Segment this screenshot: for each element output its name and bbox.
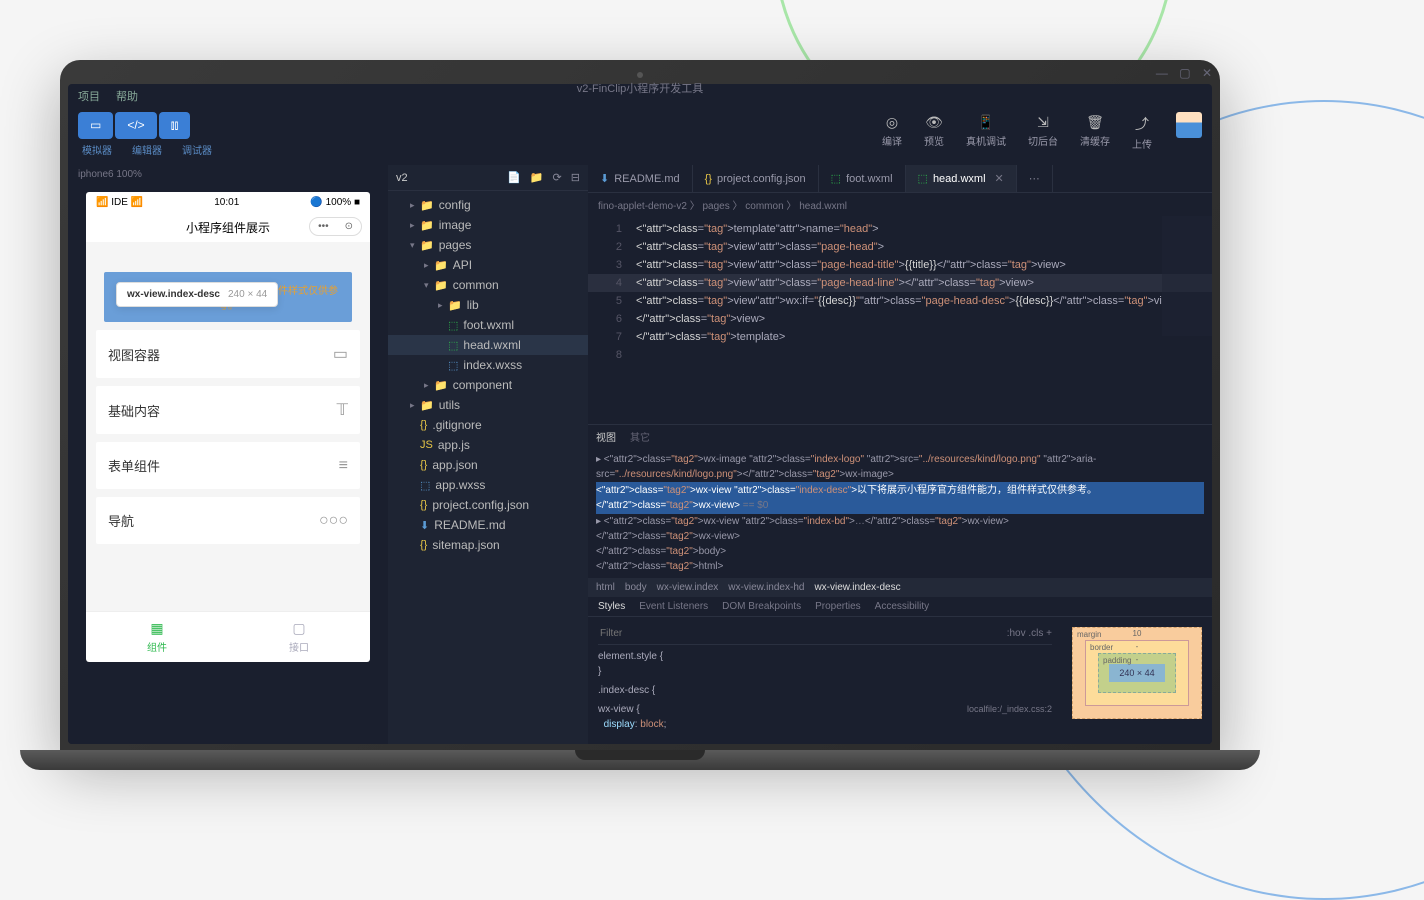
dom-crumb-item[interactable]: html [596, 582, 615, 593]
tree-node[interactable]: ▸📁lib [388, 295, 588, 315]
editor-tab[interactable]: {}project.config.json [693, 165, 819, 192]
action-upload[interactable]: ⤴上传 [1124, 112, 1160, 153]
file-explorer: v2 📄 📁 ⟳ ⊟ ▸📁config▸📁image▾📁pages▸📁API▾📁… [388, 165, 588, 744]
action-background[interactable]: ⇲切后台 [1020, 112, 1066, 153]
action-preview[interactable]: 👁预览 [916, 112, 952, 153]
laptop-frame: 项目 帮助 v2-FinClip小程序开发工具 — ▢ ✕ ▭ </> ⫾⫾ 模… [60, 60, 1220, 800]
toolbar: ▭ </> ⫾⫾ 模拟器 编辑器 调试器 ◎编译 👁预览 📱真机调试 ⇲切后台 [68, 108, 1212, 165]
tree-node[interactable]: ⬚foot.wxml [388, 315, 588, 335]
avatar[interactable] [1176, 112, 1202, 138]
tree-node[interactable]: ▾📁common [388, 275, 588, 295]
dom-tree[interactable]: ▸ <"attr2">class="tag2">wx-image "attr2"… [588, 448, 1212, 578]
panel-tab-view[interactable]: 视图 [596, 429, 616, 444]
tree-node[interactable]: ▾📁pages [388, 235, 588, 255]
tree-node[interactable]: {}app.json [388, 455, 588, 475]
style-tab[interactable]: DOM Breakpoints [722, 601, 801, 612]
list-item[interactable]: 表单组件≡ [96, 442, 360, 489]
phone-tab-component[interactable]: ▦组件 [86, 612, 228, 662]
tree-node[interactable]: ⬚index.wxss [388, 355, 588, 375]
tree-node[interactable]: {}.gitignore [388, 415, 588, 435]
background-icon: ⇲ [1028, 114, 1058, 131]
editor-tab[interactable]: ⬚head.wxml✕ [906, 165, 1017, 192]
inspector-tooltip: wx-view.index-desc240 × 44 [116, 282, 278, 307]
phone-title: 小程序组件展示 ••• ⊙ [86, 213, 370, 242]
more-tabs-icon[interactable]: ⋯ [1029, 172, 1040, 185]
menu-help[interactable]: 帮助 [116, 88, 138, 104]
tree-node[interactable]: ⬚app.wxss [388, 475, 588, 495]
nav-icon: ○○○ [319, 512, 348, 530]
collapse-icon[interactable]: ⊟ [571, 172, 580, 184]
styles-filter-input[interactable] [598, 626, 1007, 641]
menu-project[interactable]: 项目 [78, 88, 100, 104]
tree-node[interactable]: ▸📁API [388, 255, 588, 275]
simulator-panel: iphone6 100% 📶 IDE 📶 10:01 🔵 100% ■ 小程序组… [68, 165, 388, 744]
mode-debugger[interactable]: ⫾⫾ [159, 112, 191, 139]
breadcrumb[interactable]: fino-applet-demo-v2 〉 pages 〉 common 〉 h… [588, 193, 1212, 216]
project-root[interactable]: v2 [396, 172, 408, 184]
mode-debugger-label[interactable]: 调试器 [182, 142, 212, 157]
style-tab[interactable]: Event Listeners [639, 601, 708, 612]
editor-tab[interactable]: ⬚foot.wxml [819, 165, 906, 192]
tree-node[interactable]: {}project.config.json [388, 495, 588, 515]
phone-tab-api[interactable]: ▢接口 [228, 612, 370, 662]
style-tab[interactable]: Properties [815, 601, 861, 612]
device-label[interactable]: iphone6 100% [68, 165, 388, 184]
box-model: margin 10 border - padding - 240 × 4 [1062, 617, 1212, 742]
dom-crumb-item[interactable]: wx-view.index-desc [814, 582, 900, 593]
list-item[interactable]: 基础内容𝕋 [96, 386, 360, 434]
minimap[interactable] [1162, 216, 1212, 336]
phone-close-icon[interactable]: ⊙ [337, 218, 361, 235]
window-title: v2-FinClip小程序开发工具 [575, 84, 706, 98]
dom-breadcrumb: html body wx-view.index wx-view.index-hd wx-… [588, 578, 1212, 597]
tree-node[interactable]: ▸📁config [388, 195, 588, 215]
dom-crumb-item[interactable]: wx-view.index [657, 582, 719, 593]
component-icon: ▦ [94, 620, 220, 637]
compile-icon: ◎ [882, 114, 902, 131]
cache-icon: 🗑 [1080, 114, 1110, 131]
mode-simulator[interactable]: ▭ [78, 112, 113, 139]
list-item[interactable]: 导航○○○ [96, 497, 360, 544]
new-folder-icon[interactable]: 📁 [530, 172, 544, 184]
mode-simulator-label[interactable]: 模拟器 [82, 142, 112, 157]
list-item[interactable]: 视图容器▭ [96, 330, 360, 378]
tab-close-icon[interactable]: ✕ [995, 172, 1004, 185]
text-icon: 𝕋 [337, 400, 348, 420]
tree-node[interactable]: ▸📁component [388, 375, 588, 395]
tree-node[interactable]: ▸📁image [388, 215, 588, 235]
code-editor[interactable]: 1<"attr">class="tag">template "attr">nam… [588, 216, 1212, 424]
tree-node[interactable]: ▸📁utils [388, 395, 588, 415]
styles-panel[interactable]: :hov .cls + element.style {}.index-desc … [588, 617, 1062, 742]
container-icon: ▭ [333, 344, 348, 364]
tree-node[interactable]: {}sitemap.json [388, 535, 588, 555]
action-compile[interactable]: ◎编译 [874, 112, 910, 153]
panel-tab-other[interactable]: 其它 [630, 429, 650, 444]
refresh-icon[interactable]: ⟳ [553, 172, 562, 184]
dom-crumb-item[interactable]: wx-view.index-hd [728, 582, 804, 593]
new-file-icon[interactable]: 📄 [507, 172, 521, 184]
editor-panel: ⬇README.md{}project.config.json⬚foot.wxm… [588, 165, 1212, 744]
action-remote[interactable]: 📱真机调试 [958, 112, 1014, 153]
dom-crumb-item[interactable]: body [625, 582, 647, 593]
devtools-panel: 视图 其它 ▸ <"attr2">class="tag2">wx-image "… [588, 424, 1212, 744]
phone-simulator: 📶 IDE 📶 10:01 🔵 100% ■ 小程序组件展示 ••• ⊙ [86, 192, 370, 662]
tree-node[interactable]: JSapp.js [388, 435, 588, 455]
mode-editor-label[interactable]: 编辑器 [132, 142, 162, 157]
remote-icon: 📱 [966, 114, 1006, 131]
phone-body: wx-view.index-desc240 × 44 以下将展示小程序官方组件能… [86, 242, 370, 611]
phone-statusbar: 📶 IDE 📶 10:01 🔵 100% ■ [86, 192, 370, 213]
upload-icon: ⤴ [1132, 114, 1152, 134]
styles-tools[interactable]: :hov .cls + [1007, 626, 1052, 641]
api-icon: ▢ [236, 620, 362, 637]
ide-screen: 项目 帮助 v2-FinClip小程序开发工具 — ▢ ✕ ▭ </> ⫾⫾ 模… [68, 84, 1212, 744]
form-icon: ≡ [339, 457, 348, 475]
editor-tab[interactable]: ⬇README.md [588, 165, 693, 192]
tree-node[interactable]: ⬚head.wxml [388, 335, 588, 355]
phone-menu-icon[interactable]: ••• [310, 218, 337, 235]
tree-node[interactable]: ⬇README.md [388, 515, 588, 535]
style-tab[interactable]: Accessibility [875, 601, 929, 612]
mode-editor[interactable]: </> [115, 112, 156, 139]
style-tab[interactable]: Styles [598, 601, 625, 612]
preview-icon: 👁 [924, 114, 944, 131]
action-cache[interactable]: 🗑清缓存 [1072, 112, 1118, 153]
